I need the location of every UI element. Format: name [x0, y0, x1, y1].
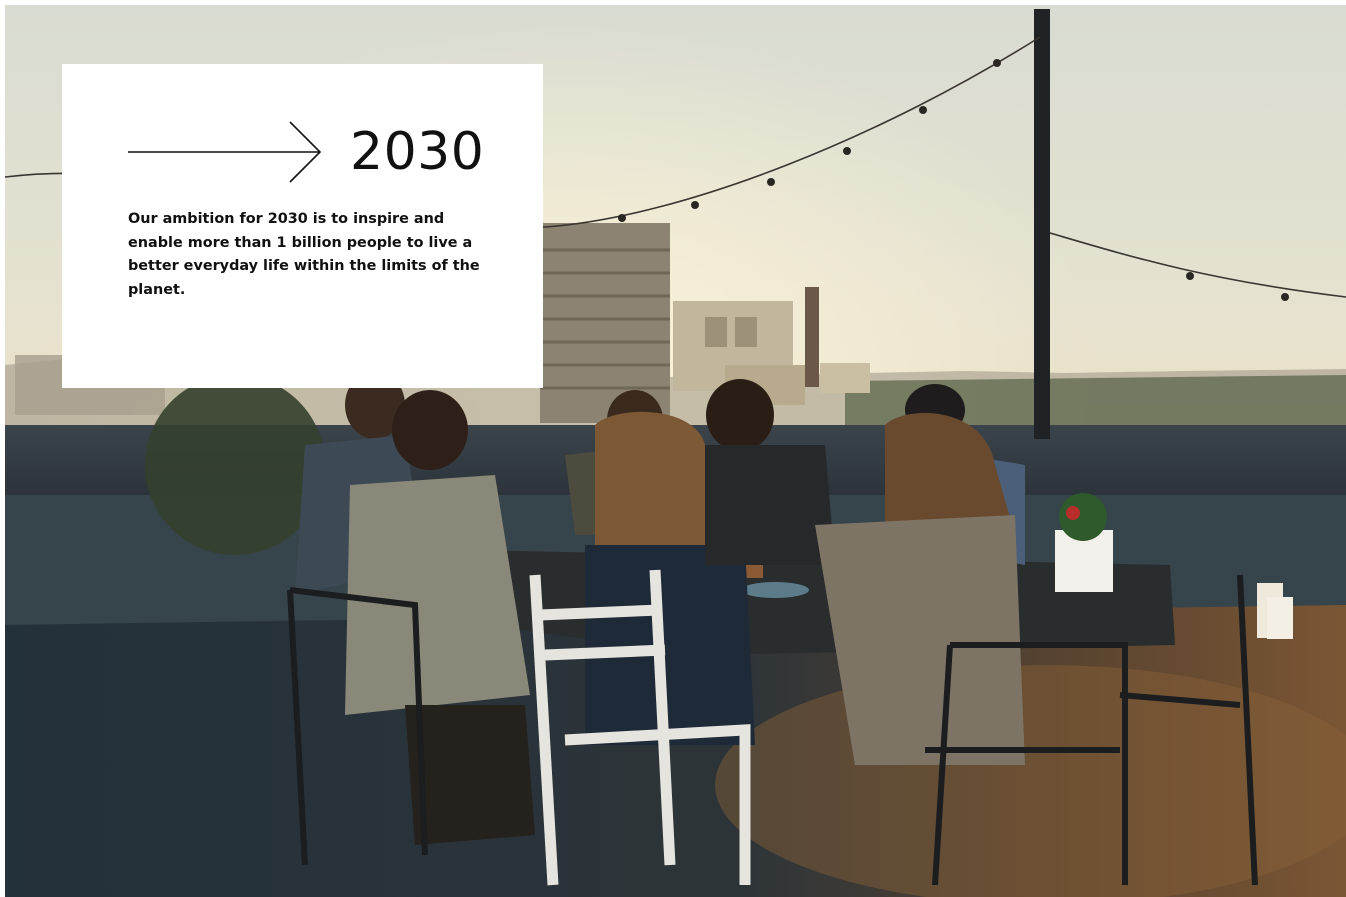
hero-banner: 2030 Our ambition for 2030 is to inspire… — [5, 5, 1346, 897]
ambition-card: 2030 Our ambition for 2030 is to inspire… — [62, 64, 543, 388]
ambition-statement: Our ambition for 2030 is to inspire and … — [128, 211, 480, 298]
arrow-right-icon — [128, 121, 322, 183]
ambition-year: 2030 — [350, 122, 485, 182]
